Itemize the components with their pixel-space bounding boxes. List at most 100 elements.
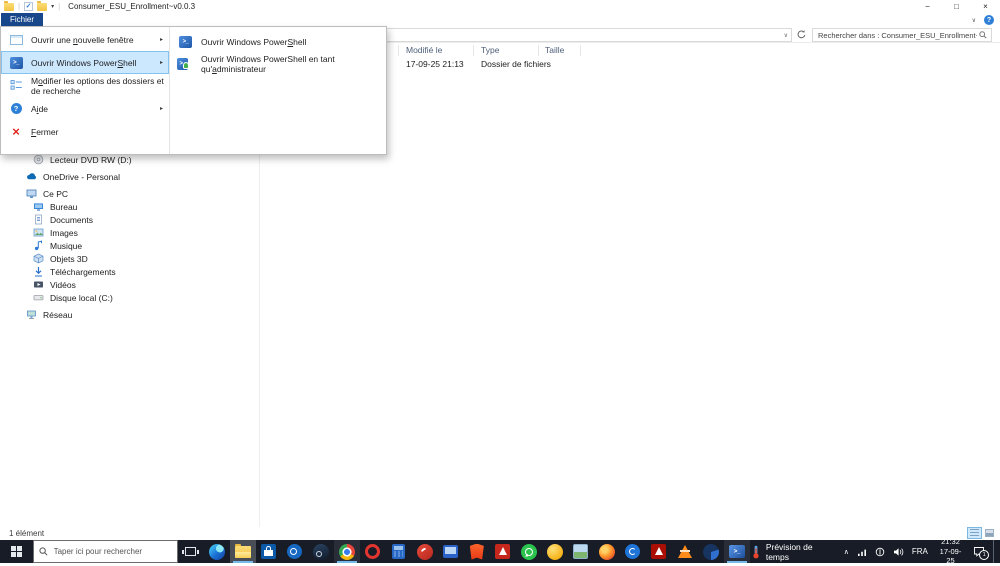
tray-overflow-chevron-icon[interactable]: ∧	[844, 548, 849, 556]
taskbar-app-powershell[interactable]: >_	[723, 540, 750, 563]
taskbar-app-office[interactable]	[698, 540, 724, 563]
sidebar-item-documents[interactable]: Documents	[0, 213, 259, 226]
sidebar-item-desktop[interactable]: Bureau	[0, 200, 259, 213]
submenu-item-open-powershell[interactable]: >_ Ouvrir Windows PowerShell	[170, 31, 386, 53]
menu-item-open-powershell[interactable]: >_ Ouvrir Windows PowerShell ▸	[1, 51, 169, 74]
taskbar-search-input[interactable]	[51, 546, 172, 557]
sidebar-item-local-disk[interactable]: Disque local (C:)	[0, 291, 259, 304]
file-menu-items: Ouvrir une nouvelle fenêtre ▸ >_ Ouvrir …	[1, 27, 169, 154]
explorer-logo-icon	[4, 0, 14, 11]
file-menu-tab[interactable]: Fichier	[1, 13, 44, 26]
yellow-ball-icon	[546, 543, 563, 560]
title-bar: | ✓ ▾ | Consumer_ESU_Enrollment~v0.0.3 −…	[0, 0, 1000, 13]
document-icon	[33, 214, 44, 225]
menu-item-folder-options[interactable]: Modifier les options des dossiers et de …	[1, 74, 169, 97]
pc-manager-icon	[443, 545, 459, 558]
minimize-button[interactable]: −	[913, 0, 942, 13]
thumbnail-view-button[interactable]	[982, 527, 997, 539]
task-view-button[interactable]	[178, 540, 204, 563]
sidebar-item-label: Documents	[50, 214, 93, 225]
taskbar-app-whatsapp[interactable]	[516, 540, 542, 563]
search-icon	[38, 547, 48, 556]
taskbar-app-edge[interactable]	[204, 540, 230, 563]
sidebar-item-music[interactable]: Musique	[0, 239, 259, 252]
sidebar-item-3d-objects[interactable]: Objets 3D	[0, 252, 259, 265]
steam-icon	[312, 543, 329, 560]
menu-item-close[interactable]: × Fermer	[1, 120, 169, 143]
expand-ribbon-icon[interactable]: ∨	[972, 17, 976, 24]
taskbar-app-emoji[interactable]	[542, 540, 568, 563]
refresh-icon[interactable]	[796, 29, 807, 40]
network-tray-icon[interactable]	[857, 547, 867, 557]
cube-icon	[33, 253, 44, 264]
language-indicator[interactable]: FRA	[912, 547, 928, 556]
clock[interactable]: 21:32 17-09-25	[936, 537, 965, 565]
taskbar-app-store[interactable]	[256, 540, 282, 563]
taskbar-app-brave[interactable]	[464, 540, 490, 563]
menu-item-help[interactable]: ? Aide ▸	[1, 97, 169, 120]
weather-label: Prévision de temps	[765, 541, 813, 562]
sidebar-item-onedrive[interactable]: OneDrive - Personal	[0, 170, 259, 183]
sidebar-item-this-pc[interactable]: Ce PC	[0, 187, 259, 200]
taskbar-app-ccleaner[interactable]	[412, 540, 438, 563]
action-center-button[interactable]: 1	[973, 546, 990, 560]
address-dropdown-icon[interactable]: ∨	[784, 32, 788, 39]
qat-new-folder-icon[interactable]	[37, 0, 48, 11]
search-box[interactable]	[812, 28, 992, 42]
outlook-icon	[287, 544, 303, 559]
taskbar-app-adobe[interactable]	[490, 540, 516, 563]
powershell-icon: >_	[8, 56, 24, 69]
taskbar-app-calculator[interactable]	[386, 540, 412, 563]
search-input[interactable]	[813, 30, 979, 40]
quick-access-toolbar: | ✓ ▾ | Consumer_ESU_Enrollment~v0.0.3	[0, 0, 195, 13]
sidebar-item-downloads[interactable]: Téléchargements	[0, 265, 259, 278]
list-view-button[interactable]	[967, 527, 982, 539]
taskbar-app-outlook[interactable]	[282, 540, 308, 563]
sidebar-item-videos[interactable]: Vidéos	[0, 278, 259, 291]
ccleaner-icon	[416, 543, 433, 560]
taskbar-app-pc-manager[interactable]	[438, 540, 464, 563]
submenu-item-open-powershell-admin[interactable]: >_ Ouvrir Windows PowerShell en tant qu'…	[170, 53, 386, 75]
column-separator	[580, 45, 581, 56]
qat-dropdown-icon[interactable]: ▾	[51, 3, 54, 10]
taskbar-app-acrobat[interactable]	[646, 540, 672, 563]
taskbar-app-vlc[interactable]	[672, 540, 698, 563]
taskbar-app-firefox[interactable]	[594, 540, 620, 563]
taskbar-app-file-explorer[interactable]	[229, 540, 256, 563]
video-icon	[33, 279, 44, 290]
column-header-type[interactable]: Type	[481, 45, 499, 55]
help-icon[interactable]: ?	[984, 15, 994, 25]
submenu-item-label: Ouvrir Windows PowerShell	[201, 37, 307, 47]
firefox-icon	[598, 543, 615, 560]
taskbar-app-gom[interactable]	[620, 540, 646, 563]
taskbar-app-opera[interactable]	[360, 540, 386, 563]
taskbar-app-chrome[interactable]	[333, 540, 360, 563]
taskbar-search-box[interactable]	[32, 540, 178, 563]
show-desktop-button[interactable]	[993, 540, 998, 563]
weather-widget[interactable]: Prévision de temps	[750, 542, 836, 562]
onedrive-tray-icon[interactable]	[875, 547, 885, 557]
powershell-submenu: >_ Ouvrir Windows PowerShell >_ Ouvrir W…	[169, 27, 386, 154]
sidebar-item-pictures[interactable]: Images	[0, 226, 259, 239]
qat-properties-icon[interactable]: ✓	[24, 2, 34, 11]
restore-button[interactable]: □	[942, 0, 971, 13]
chrome-icon	[338, 543, 355, 560]
whatsapp-icon	[520, 543, 537, 560]
column-header-size[interactable]: Taille	[545, 45, 564, 55]
start-button[interactable]	[0, 540, 33, 563]
calculator-icon	[392, 544, 406, 559]
column-header-modified[interactable]: Modifié le	[406, 45, 442, 55]
onedrive-cloud-icon	[26, 171, 37, 182]
menu-item-new-window[interactable]: Ouvrir une nouvelle fenêtre ▸	[1, 28, 169, 51]
taskbar-app-steam[interactable]	[308, 540, 334, 563]
close-button[interactable]: ×	[971, 0, 1000, 13]
submenu-arrow-icon: ▸	[159, 60, 163, 66]
sidebar-item-label: Vidéos	[50, 279, 76, 290]
volume-icon[interactable]	[893, 547, 904, 557]
taskbar-app-photos[interactable]	[568, 540, 594, 563]
sidebar-item-network[interactable]: Réseau	[0, 308, 259, 321]
submenu-arrow-icon: ▸	[159, 37, 163, 43]
system-tray: Prévision de temps ∧ FRA 21:32 17-09-25 …	[750, 537, 1000, 565]
search-icon	[979, 31, 991, 39]
powershell-icon: >_	[728, 545, 745, 558]
